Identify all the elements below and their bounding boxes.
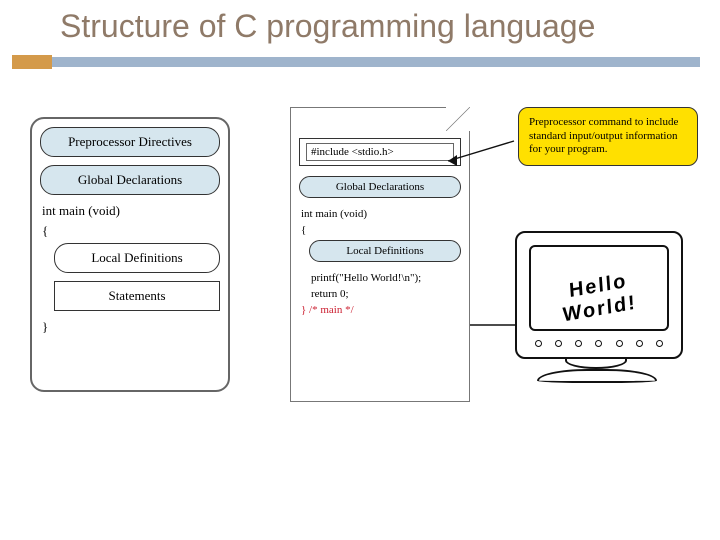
slide-title: Structure of C programming language [0, 0, 720, 53]
title-accent [12, 55, 52, 69]
local-definitions-box: Local Definitions [54, 243, 220, 273]
example-local-definitions: Local Definitions [309, 240, 461, 262]
return-line: return 0; [311, 288, 461, 300]
monitor-illustration: Hello World! [511, 227, 696, 397]
monitor-body: Hello World! [515, 231, 683, 359]
monitor-button-icon [656, 340, 663, 347]
statements-box: Statements [54, 281, 220, 311]
close-brace: } [42, 319, 220, 335]
close-brace-comment: } /* main */ [301, 304, 461, 316]
monitor-button-icon [555, 340, 562, 347]
example-program-panel: #include <stdio.h> Global Declarations i… [290, 107, 470, 402]
example-open-brace: { [301, 224, 461, 236]
preprocessor-directives-box: Preprocessor Directives [40, 127, 220, 157]
example-global-declarations: Global Declarations [299, 176, 461, 198]
diagram-area: Preprocessor Directives Global Declarati… [0, 107, 720, 459]
screen-output-text: Hello World! [530, 263, 667, 333]
monitor-stand-icon [565, 359, 627, 369]
main-signature: int main (void) [42, 203, 220, 219]
structure-template-panel: Preprocessor Directives Global Declarati… [30, 117, 230, 392]
monitor-button-icon [595, 340, 602, 347]
monitor-screen: Hello World! [529, 245, 669, 331]
preprocessor-explanation-callout: Preprocessor command to include standard… [518, 107, 698, 166]
monitor-button-icon [636, 340, 643, 347]
title-divider [20, 57, 700, 67]
monitor-base-icon [537, 369, 657, 383]
monitor-buttons [535, 338, 663, 350]
monitor-button-icon [575, 340, 582, 347]
include-directive-box: #include <stdio.h> [299, 138, 461, 166]
global-declarations-box: Global Declarations [40, 165, 220, 195]
open-brace: { [42, 223, 220, 239]
monitor-button-icon [616, 340, 623, 347]
printf-line: printf("Hello World!\n"); [311, 272, 461, 284]
page-fold-icon [446, 107, 470, 131]
monitor-button-icon [535, 340, 542, 347]
example-main-signature: int main (void) [301, 208, 461, 220]
include-line: #include <stdio.h> [306, 143, 454, 161]
